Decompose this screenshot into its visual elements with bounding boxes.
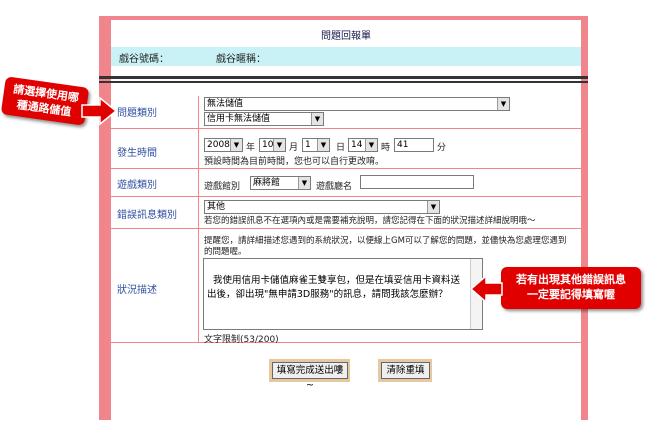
error-type-label: 錯誤訊息類別 — [117, 210, 177, 221]
chevron-down-icon: ▼ — [298, 177, 310, 189]
chevron-down-icon: ▼ — [365, 139, 377, 151]
row-divider — [111, 342, 581, 343]
description-label: 狀況描述 — [117, 285, 157, 296]
game-hall-select-value: 麻將館 — [253, 178, 281, 188]
game-room-label: 遊戲廳名 — [316, 182, 353, 192]
month-select[interactable]: 10 ▼ — [259, 138, 286, 152]
chevron-down-icon: ▼ — [273, 139, 285, 151]
hour-select[interactable]: 14 ▼ — [348, 138, 378, 152]
year-unit: 年 — [246, 143, 256, 153]
right-callout: 若有出現其他錯誤訊息 一定要記得填寫喔 — [501, 267, 641, 309]
error-hint: 若您的錯誤訊息不在選項內或是需要補充說明，請您記得在下面的狀況描述詳細說明哦～ — [204, 216, 536, 226]
arrow-icon — [470, 275, 503, 303]
subcategory-select[interactable]: 信用卡無法儲值 ▼ — [204, 112, 324, 126]
day-select-value: 1 — [305, 140, 311, 150]
row-divider — [111, 228, 581, 229]
account-info-bar: 戲谷號碼： 戲谷暱稱： — [111, 47, 581, 66]
year-select-value: 2008 — [207, 140, 230, 150]
day-unit: 日 — [336, 143, 346, 153]
left-callout: 請選擇使用哪 種通路儲值 — [0, 76, 90, 126]
month-unit: 月 — [289, 143, 299, 153]
row-divider — [111, 128, 581, 129]
chevron-down-icon: ▼ — [317, 139, 329, 151]
chevron-down-icon: ▼ — [497, 98, 509, 110]
arrow-icon — [81, 97, 118, 126]
column-separator — [198, 96, 199, 342]
category-select-value: 無法儲值 — [207, 99, 244, 109]
minute-input[interactable]: 41 — [394, 138, 434, 152]
right-callout-line2: 一定要記得填寫喔 — [527, 288, 615, 301]
minute-unit: 分 — [437, 143, 447, 153]
chevron-down-icon: ▼ — [427, 201, 439, 213]
char-limit: 文字限制(53/200) — [204, 335, 279, 345]
time-label: 發生時間 — [117, 148, 157, 159]
row-divider — [111, 196, 581, 197]
category-select[interactable]: 無法儲值 ▼ — [204, 97, 510, 111]
description-textarea[interactable]: 我使用信用卡儲值麻雀王雙享包，但是在填妥信用卡資料送出後，卻出現"無申請3D服務… — [203, 258, 483, 330]
row-divider — [111, 168, 581, 169]
game-room-input[interactable] — [360, 175, 474, 189]
right-callout-line1: 若有出現其他錯誤訊息 — [516, 273, 626, 286]
description-text: 我使用信用卡儲值麻雀王雙享包，但是在填妥信用卡資料送出後，卻出現"無申請3D服務… — [207, 275, 461, 300]
divider-double-bottom — [99, 81, 588, 83]
game-nick-label: 戲谷暱稱： — [216, 54, 266, 65]
day-select[interactable]: 1 ▼ — [302, 138, 330, 152]
reset-button[interactable]: 清除重填 — [381, 362, 430, 379]
game-type-label: 遊戲類別 — [117, 180, 157, 191]
month-select-value: 10 — [262, 140, 274, 150]
subcategory-select-value: 信用卡無法儲值 — [207, 114, 271, 124]
description-hint-line1: 提醒您，請詳細描述您遇到的系統狀況，以便線上GM可以了解您的問題，並儘快為您處理… — [204, 236, 567, 246]
divider-double-top — [99, 76, 588, 79]
game-hall-label: 遊戲館別 — [204, 182, 241, 192]
chevron-down-icon: ▼ — [230, 139, 242, 151]
form-title: 問題回報單 — [321, 31, 371, 42]
game-id-label: 戲谷號碼： — [119, 54, 169, 65]
chevron-down-icon: ▼ — [311, 113, 323, 125]
hour-select-value: 14 — [351, 140, 363, 150]
error-type-select-value: 其他 — [207, 202, 226, 212]
year-select[interactable]: 2008 ▼ — [204, 138, 243, 152]
description-hint-line2: 的問題喔。 — [204, 247, 247, 257]
category-label: 問題類別 — [117, 108, 157, 119]
error-type-select[interactable]: 其他 ▼ — [204, 200, 440, 214]
submit-button[interactable]: 填寫完成送出嘍~ — [272, 362, 348, 391]
time-hint: 預設時間為目前時間，您也可以自行更改唷。 — [204, 157, 385, 167]
game-hall-select[interactable]: 麻將館 ▼ — [250, 176, 311, 190]
hour-unit: 時 — [381, 143, 391, 153]
